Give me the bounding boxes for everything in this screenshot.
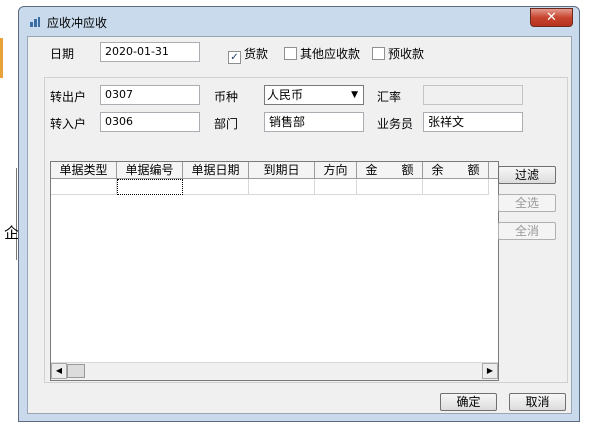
transfer-in-field[interactable]: 0306	[100, 112, 200, 132]
select-all-button: 全选	[498, 194, 556, 212]
cancel-button[interactable]: 取消	[509, 393, 566, 411]
grid-cell[interactable]	[315, 179, 357, 195]
checkbox-other-receivables[interactable]: 其他应收款	[284, 45, 360, 62]
date-field[interactable]: 2020-01-31	[100, 42, 200, 62]
dialog-window: 应收冲应收 ✕ 日期 2020-01-31 ✓ 货款 其他应收款 预收款 转出户 …	[18, 6, 580, 422]
checkbox-advance-receipts[interactable]: 预收款	[372, 45, 424, 62]
grid-cell[interactable]	[51, 179, 117, 195]
clear-all-button: 全消	[498, 222, 556, 240]
salesperson-field[interactable]: 张祥文	[423, 112, 523, 132]
transfer-out-label: 转出户	[50, 90, 87, 104]
transfer-out-field[interactable]: 0307	[100, 85, 200, 105]
background-text: 企	[4, 224, 20, 242]
grid-cell[interactable]	[183, 179, 249, 195]
window-title: 应收冲应收	[47, 16, 108, 30]
scroll-right-icon[interactable]: ▶	[482, 363, 498, 379]
column-header[interactable]: 方向	[315, 162, 357, 179]
department-label: 部门	[214, 117, 239, 131]
scroll-thumb[interactable]	[67, 364, 85, 378]
ok-button[interactable]: 确定	[440, 393, 497, 411]
column-header[interactable]: 余 额	[423, 162, 489, 179]
grid-cell[interactable]	[423, 179, 489, 195]
scroll-left-icon[interactable]: ◀	[51, 363, 67, 379]
checkbox-icon: ✓	[228, 51, 241, 64]
currency-label: 币种	[214, 90, 239, 104]
checkbox-icon	[372, 47, 385, 60]
dialog-body: 日期 2020-01-31 ✓ 货款 其他应收款 预收款 转出户 0307 币种 …	[27, 36, 572, 414]
grid-cell[interactable]	[357, 179, 423, 195]
checkbox-icon	[284, 47, 297, 60]
horizontal-scrollbar[interactable]: ◀ ▶	[51, 362, 498, 380]
checkbox-goods[interactable]: ✓ 货款	[228, 45, 268, 64]
grid-cell[interactable]	[249, 179, 315, 195]
app-icon	[30, 17, 40, 27]
title-bar[interactable]: 应收冲应收 ✕	[19, 7, 579, 35]
column-header[interactable]: 单据类型	[51, 162, 117, 179]
close-icon: ✕	[546, 10, 557, 25]
date-label: 日期	[50, 47, 75, 61]
exchange-rate-field	[423, 85, 523, 105]
chevron-down-icon: ▼	[351, 90, 358, 100]
transfer-in-label: 转入户	[50, 117, 87, 131]
column-header[interactable]: 单据日期	[183, 162, 249, 179]
filter-button[interactable]: 过滤	[498, 166, 556, 184]
column-header[interactable]: 金 额	[357, 162, 423, 179]
column-header[interactable]: 单据编号	[117, 162, 183, 179]
close-button[interactable]: ✕	[530, 8, 573, 27]
salesperson-label: 业务员	[377, 117, 414, 131]
currency-select[interactable]: 人民币 ▼	[264, 85, 364, 105]
grid-cell-selected[interactable]	[117, 179, 183, 195]
department-field[interactable]: 销售部	[264, 112, 364, 132]
column-header[interactable]: 到期日	[249, 162, 315, 179]
exchange-rate-label: 汇率	[377, 90, 402, 104]
background-accent	[0, 38, 3, 78]
background-divider	[16, 168, 17, 260]
documents-grid[interactable]: 单据类型 单据编号 单据日期 到期日 方向 金 额 余 额 ◀ ▶	[50, 161, 499, 381]
